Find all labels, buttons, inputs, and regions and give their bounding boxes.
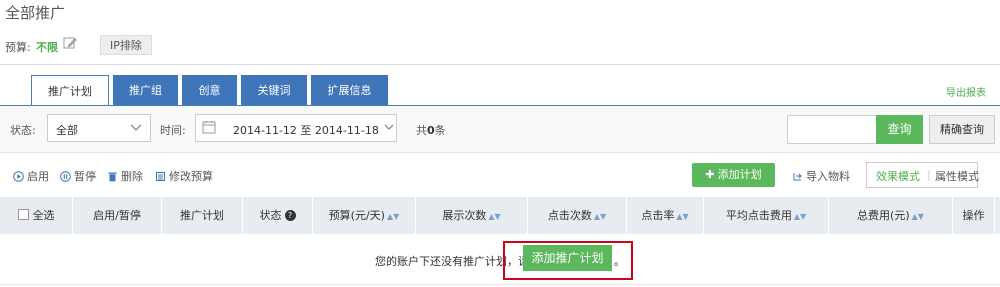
enable-label: 启用: [27, 170, 49, 183]
tab-keywords[interactable]: 关键词: [241, 75, 307, 106]
column-status: 状态?: [243, 197, 313, 234]
column-clicks-label: 点击次数: [547, 209, 592, 222]
pause-button[interactable]: 暂停: [60, 168, 96, 184]
delete-label: 删除: [121, 170, 143, 183]
calendar-icon: [202, 121, 216, 134]
search-input[interactable]: [787, 115, 877, 144]
play-icon: [13, 171, 24, 182]
column-toggle: 启用/暂停: [73, 197, 162, 234]
tab-plans[interactable]: 推广计划: [31, 75, 109, 106]
select-all-label: 全选: [32, 209, 55, 222]
column-budget-label: 预算(元/天): [328, 209, 385, 222]
status-filter-label: 状态:: [10, 124, 36, 137]
mode-separator: |: [927, 168, 931, 181]
plus-icon: ✚: [705, 168, 715, 181]
export-report-link[interactable]: 导出报表: [946, 84, 986, 99]
edit-icon[interactable]: [63, 36, 77, 50]
import-materials-button[interactable]: 导入物料: [792, 168, 850, 184]
edit-budget-button[interactable]: 修改预算: [155, 168, 213, 184]
status-select-value: 全部: [56, 124, 78, 137]
column-avg-cpc[interactable]: 平均点击费用 ▲▼: [704, 197, 829, 234]
import-icon: [793, 173, 802, 181]
page-title: 全部推广: [5, 4, 66, 22]
column-plan: 推广计划: [162, 197, 243, 234]
column-impressions-label: 展示次数: [442, 209, 487, 222]
column-clicks[interactable]: 点击次数 ▲▼: [528, 197, 627, 234]
budget-value: 不限: [36, 41, 58, 54]
help-icon[interactable]: ?: [284, 210, 296, 221]
ip-exclude-button[interactable]: IP排除: [100, 35, 152, 55]
list-icon: [156, 172, 165, 181]
sort-icon: ▲▼: [593, 212, 607, 221]
column-total-cost[interactable]: 总费用(元) ▲▼: [829, 197, 953, 234]
select-all-column[interactable]: 全选: [0, 197, 73, 234]
add-plan-button[interactable]: ✚ 添加计划: [692, 163, 775, 187]
date-range-value: 2014-11-12 至 2014-11-18: [233, 124, 379, 137]
column-avg-cpc-label: 平均点击费用: [725, 209, 792, 222]
sort-icon: ▲▼: [386, 212, 400, 221]
add-plan-label: 添加计划: [717, 168, 762, 181]
column-actions: 操作: [953, 197, 995, 234]
edit-budget-label: 修改预算: [169, 170, 213, 183]
precise-query-button[interactable]: 精确查询: [929, 115, 995, 144]
column-ctr-label: 点击率: [641, 209, 675, 222]
tab-creatives[interactable]: 创意: [182, 75, 237, 106]
enable-button[interactable]: 启用: [13, 168, 49, 184]
column-total-cost-label: 总费用(元): [857, 209, 910, 222]
attribute-mode-option[interactable]: 属性模式: [935, 168, 979, 184]
divider: [0, 284, 1000, 285]
sort-icon: ▲▼: [488, 212, 501, 221]
sort-icon: ▲▼: [676, 212, 689, 221]
query-button[interactable]: 查询: [876, 115, 923, 144]
pause-label: 暂停: [74, 170, 96, 183]
delete-button[interactable]: 删除: [107, 168, 143, 184]
column-impressions[interactable]: 展示次数 ▲▼: [416, 197, 528, 234]
column-budget[interactable]: 预算(元/天) ▲▼: [313, 197, 416, 234]
tab-groups[interactable]: 推广组: [113, 75, 178, 106]
divider: [0, 64, 1000, 65]
divider: [0, 152, 1000, 153]
sort-icon: ▲▼: [911, 212, 924, 221]
column-ctr[interactable]: 点击率 ▲▼: [627, 197, 704, 234]
tab-extensions[interactable]: 扩展信息: [311, 75, 388, 106]
column-status-label: 状态: [259, 209, 282, 222]
trash-icon: [108, 172, 117, 182]
select-all-checkbox[interactable]: [17, 209, 29, 220]
sort-icon: ▲▼: [793, 212, 807, 221]
effect-mode-option[interactable]: 效果模式: [876, 168, 920, 184]
chevron-down-icon: [384, 124, 394, 130]
import-label: 导入物料: [806, 170, 850, 183]
pause-icon: [60, 171, 71, 182]
time-filter-label: 时间:: [160, 124, 186, 137]
budget-label: 预算:: [5, 41, 31, 54]
result-count: 共0条: [416, 124, 446, 137]
highlight-box: [503, 241, 633, 280]
chevron-down-icon: [130, 124, 142, 131]
